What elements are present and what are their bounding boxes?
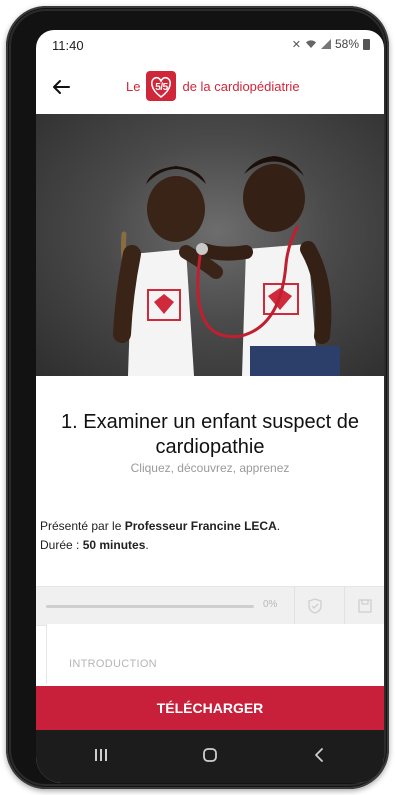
logo-text: 5/5 — [155, 82, 168, 93]
signal-icon — [320, 39, 331, 49]
home-icon — [203, 748, 217, 762]
status-bar: 11:40 ✕ 58% — [36, 30, 384, 60]
heart-logo-icon: 5/5 — [145, 70, 177, 102]
recent-apps-button[interactable] — [76, 740, 126, 770]
presenter-name: Professeur Francine LECA — [124, 519, 277, 533]
section-introduction[interactable]: INTRODUCTION — [69, 658, 157, 670]
save-button[interactable] — [344, 587, 384, 625]
brand-prefix: Le — [126, 78, 141, 94]
presenter-suffix: . — [276, 519, 281, 533]
course-outline: INTRODUCTION — [46, 624, 384, 684]
system-nav-bar — [36, 730, 384, 783]
screen: 11:40 ✕ 58% Le 5/5 de la cardiopédiatrie… — [36, 30, 384, 783]
mute-icon: ✕ — [291, 38, 301, 51]
recent-apps-icon — [95, 749, 107, 761]
brand-suffix: de la cardiopédiatrie — [182, 78, 300, 94]
save-icon — [358, 599, 372, 613]
progress-toolbar: 0% — [36, 586, 384, 626]
back-icon — [315, 748, 323, 762]
duration-value: 50 minutes — [82, 538, 146, 552]
system-back-button[interactable] — [294, 740, 344, 770]
course-subtitle: Cliquez, découvrez, apprenez — [130, 461, 290, 475]
phone-frame: 11:40 ✕ 58% Le 5/5 de la cardiopédiatrie… — [6, 6, 389, 789]
presenter-prefix: Présenté par le — [40, 519, 125, 533]
progress-percent: 0% — [263, 599, 278, 610]
duration-suffix: . — [145, 538, 149, 552]
arrow-left-icon — [53, 80, 70, 94]
shield-check-icon — [308, 598, 322, 614]
course-title: 1. Examiner un enfant suspect de cardiop… — [61, 411, 359, 458]
hero-photo — [36, 114, 384, 376]
presenter-line: Présenté par le Professeur Francine LECA… — [40, 519, 280, 533]
status-icons: ✕ 58% — [292, 37, 370, 51]
home-button[interactable] — [185, 740, 235, 770]
duration-line: Durée : 50 minutes. — [40, 538, 149, 552]
duration-prefix: Durée : — [40, 538, 83, 552]
battery-percent: 58% — [334, 37, 359, 51]
progress-bar — [46, 605, 254, 608]
status-time: 11:40 — [52, 38, 84, 53]
battery-icon — [363, 38, 370, 50]
back-button[interactable] — [46, 72, 76, 102]
brand-logo: Le 5/5 de la cardiopédiatrie — [126, 70, 300, 102]
wifi-icon — [305, 40, 316, 48]
app-bar: Le 5/5 de la cardiopédiatrie — [36, 60, 384, 118]
favorite-button[interactable] — [294, 587, 335, 625]
download-button[interactable]: TÉLÉCHARGER — [36, 686, 384, 730]
